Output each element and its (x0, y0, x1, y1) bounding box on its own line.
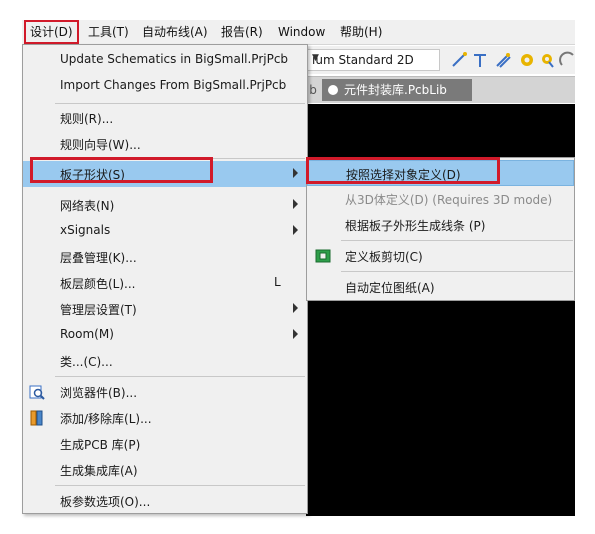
view-config-select[interactable]: ium Standard 2D ▼ (306, 49, 440, 71)
menu-item-label: 规则(R)... (60, 112, 114, 126)
menu-item-room[interactable]: Room(M) (23, 322, 307, 348)
arc-icon[interactable] (559, 51, 577, 69)
menu-item-label: 网络表(N) (60, 199, 115, 213)
menu-item-rules[interactable]: 规则(R)... (23, 105, 307, 131)
submenu-arrow-icon (293, 168, 298, 178)
menu-item-label: 浏览器件(B)... (60, 386, 138, 400)
diff-pair-icon[interactable] (494, 51, 512, 69)
menu-item-label: 管理层设置(T) (60, 303, 137, 317)
menu-item-board-options[interactable]: 板参数选项(O)... (23, 488, 307, 514)
menu-item-classes[interactable]: 类...(C)... (23, 348, 307, 374)
submenu-arrow-icon (293, 199, 298, 209)
menu-item-define-from-3d: 从3D体定义(D) (Requires 3D mode) (307, 186, 574, 212)
menu-item-rules-wizard[interactable]: 规则向导(W)... (23, 131, 307, 157)
menu-separator (55, 103, 305, 104)
library-icon (30, 410, 43, 426)
interactive-route-icon[interactable] (472, 51, 490, 69)
menu-item-label: Update Schematics in BigSmall.PrjPcb (60, 52, 289, 66)
submenu-arrow-icon (293, 225, 298, 235)
menu-item-auto-position-sheets[interactable]: 自动定位图纸(A) (307, 274, 574, 300)
menu-separator (341, 240, 573, 241)
design-menu-highlight (24, 20, 79, 44)
menu-reports[interactable]: 报告(R) (221, 20, 263, 44)
menu-item-browse-components[interactable]: 浏览器件(B)... (23, 379, 307, 405)
menu-item-import-changes[interactable]: Import Changes From BigSmall.PrjPcb (23, 73, 307, 99)
menu-item-label: 生成集成库(A) (60, 464, 138, 478)
menu-window[interactable]: Window (278, 20, 325, 44)
menu-item-shortcut: L (274, 275, 281, 289)
menu-help[interactable]: 帮助(H) (340, 20, 382, 44)
menu-item-label: 类...(C)... (60, 355, 113, 369)
app-window: 设计(D) 工具(T) 自动布线(A) 报告(R) Window 帮助(H) i… (0, 0, 595, 534)
menu-item-make-pcb-library[interactable]: 生成PCB 库(P) (23, 431, 307, 457)
board-cutout-icon (315, 249, 331, 263)
menu-item-label: Room(M) (60, 327, 114, 341)
menu-item-label: 自动定位图纸(A) (345, 281, 435, 295)
tab-partial[interactable]: b (306, 77, 320, 103)
route-icon[interactable] (450, 51, 468, 69)
define-from-selection-highlight (306, 157, 500, 184)
menu-bar: 设计(D) 工具(T) 自动布线(A) 报告(R) Window 帮助(H) (22, 20, 575, 45)
submenu-arrow-icon (293, 303, 298, 313)
menu-item-layer-colors[interactable]: 板层颜色(L)... L (23, 270, 307, 296)
menu-item-add-remove-library[interactable]: 添加/移除库(L)... (23, 405, 307, 431)
chevron-down-icon: ▼ (312, 53, 319, 63)
menu-item-label: 板参数选项(O)... (60, 495, 151, 509)
menu-item-label: 从3D体定义(D) (Requires 3D mode) (345, 193, 553, 207)
tab-pcblib[interactable]: 元件封装库.PcbLib (322, 79, 472, 101)
menu-item-create-primitives[interactable]: 根据板子外形生成线条 (P) (307, 212, 574, 238)
board-shape-highlight (30, 157, 213, 183)
menu-separator (341, 271, 573, 272)
menu-autoroute[interactable]: 自动布线(A) (142, 20, 208, 44)
menu-separator (55, 376, 305, 377)
menu-item-label: 根据板子外形生成线条 (P) (345, 219, 486, 233)
via-icon[interactable] (518, 51, 536, 69)
submenu-arrow-icon (293, 329, 298, 339)
menu-tools[interactable]: 工具(T) (88, 20, 129, 44)
menu-item-label: xSignals (60, 223, 111, 237)
document-icon (328, 85, 338, 95)
menu-item-label: 层叠管理(K)... (60, 251, 137, 265)
design-dropdown-menu: Update Schematics in BigSmall.PrjPcb Imp… (22, 44, 308, 514)
menu-item-define-cutout[interactable]: 定义板剪切(C) (307, 243, 574, 269)
menu-item-layer-sets[interactable]: 管理层设置(T) (23, 296, 307, 322)
pad-icon[interactable] (539, 51, 557, 69)
browse-components-icon (29, 385, 45, 400)
menu-item-label: 定义板剪切(C) (345, 250, 423, 264)
menu-item-xsignals[interactable]: xSignals (23, 218, 307, 244)
menu-separator (55, 485, 305, 486)
toolbar: ium Standard 2D ▼ (306, 46, 575, 74)
menu-item-label: 生成PCB 库(P) (60, 438, 141, 452)
menu-item-label: 板层颜色(L)... (60, 277, 136, 291)
menu-item-netlist[interactable]: 网络表(N) (23, 192, 307, 218)
tab-pcblib-label: 元件封装库.PcbLib (344, 83, 447, 97)
menu-item-label: 添加/移除库(L)... (60, 412, 152, 426)
document-tab-strip: b 元件封装库.PcbLib (306, 76, 575, 103)
menu-item-update-schematics[interactable]: Update Schematics in BigSmall.PrjPcb (23, 47, 307, 73)
menu-item-label: Import Changes From BigSmall.PrjPcb (60, 78, 287, 92)
menu-item-make-integrated-library[interactable]: 生成集成库(A) (23, 457, 307, 483)
menu-item-layer-stack[interactable]: 层叠管理(K)... (23, 244, 307, 270)
menu-item-label: 规则向导(W)... (60, 138, 141, 152)
